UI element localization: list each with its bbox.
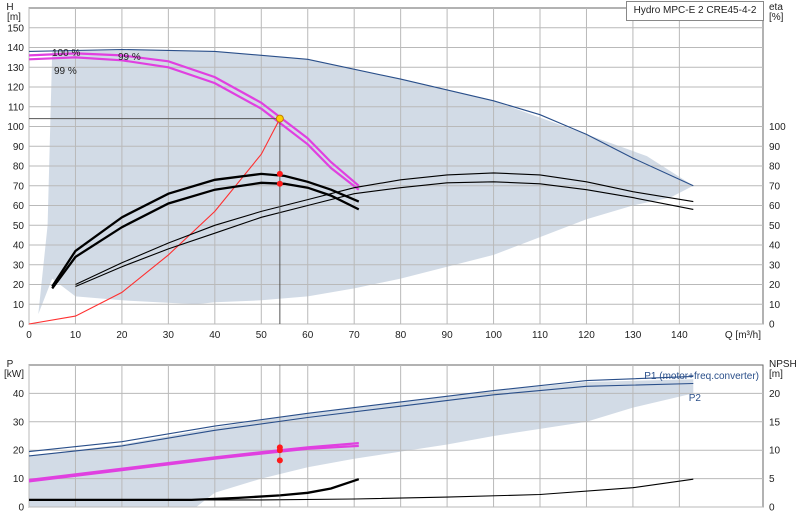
y2-tick-label: 40: [769, 241, 781, 252]
y2-tick-label: 60: [769, 201, 781, 212]
y-tick-label: 10: [13, 474, 25, 485]
pump-performance-chart: Hydro MPC-E 2 CRE45-4-2 0 10 20 30 40 50 60 70 8…: [0, 0, 800, 520]
x-tick-label: 140: [671, 330, 688, 341]
eta-total-point: [276, 180, 283, 187]
y-tick-label: 30: [13, 417, 25, 428]
y-tick-label: 20: [13, 446, 25, 457]
chart-svg: 0 10 20 30 40 50 60 70 80 90 100 110 120 130 140010203…: [4, 2, 797, 514]
y2-tick-label: 10: [769, 446, 781, 457]
chart-title: Hydro MPC-E 2 CRE45-4-2: [626, 1, 764, 21]
y2-tick-label: 20: [769, 280, 781, 291]
y-tick-label: 0: [18, 320, 24, 331]
y-tick-label: 100: [7, 122, 24, 133]
label-p1: P1 (motor+freq.converter): [644, 371, 759, 382]
y-axis-unit: [kW]: [4, 369, 24, 380]
eta-pump-point: [276, 170, 283, 177]
x-tick-label: 60: [302, 330, 314, 341]
label-p2: P2: [689, 393, 702, 404]
x-tick-label: 130: [625, 330, 642, 341]
x-tick-label: 80: [395, 330, 407, 341]
y2-tick-label: 70: [769, 181, 781, 192]
y-axis-unit: [m]: [7, 12, 21, 23]
x-tick-label: 10: [70, 330, 82, 341]
x-tick-label: 100: [485, 330, 502, 341]
duty-point-marker: [275, 114, 284, 123]
x-tick-label: 70: [349, 330, 361, 341]
y2-tick-label: 15: [769, 417, 781, 428]
npsh-point: [276, 457, 283, 464]
y-tick-label: 90: [13, 142, 25, 153]
x-axis-label: Q [m³/h]: [725, 330, 761, 341]
y-tick-label: 70: [13, 181, 25, 192]
y2-tick-label: 20: [769, 389, 781, 400]
x-tick-label: 40: [209, 330, 221, 341]
x-tick-label: 50: [256, 330, 268, 341]
x-tick-label: 110: [532, 330, 548, 341]
y-tick-label: 60: [13, 201, 25, 212]
y-tick-label: 150: [7, 23, 24, 34]
y-tick-label: 120: [7, 83, 24, 94]
curve-label-99-upper: 99 %: [118, 52, 141, 63]
y-tick-label: 140: [7, 43, 24, 54]
y-tick-label: 10: [13, 300, 25, 311]
y-tick-label: 30: [13, 260, 25, 271]
y2-tick-label: 90: [769, 142, 781, 153]
y-tick-label: 50: [13, 221, 25, 232]
y-tick-label: 40: [13, 389, 25, 400]
y2-tick-label: 0: [769, 503, 775, 514]
y2-tick-label: 0: [769, 320, 775, 331]
y-tick-label: 130: [7, 63, 24, 74]
y2-tick-label: 100: [769, 122, 786, 133]
y2-axis-unit: [%]: [769, 12, 784, 23]
x-tick-label: 20: [116, 330, 128, 341]
x-tick-label: 0: [26, 330, 32, 341]
p2-point: [276, 447, 283, 454]
y2-tick-label: 10: [769, 300, 781, 311]
y2-axis-unit: [m]: [769, 369, 783, 380]
y2-tick-label: 5: [769, 474, 775, 485]
y2-tick-label: 30: [769, 260, 781, 271]
y-tick-label: 0: [18, 503, 24, 514]
x-tick-label: 30: [163, 330, 175, 341]
curve-label-100: 100 %: [52, 48, 80, 59]
y2-tick-label: 50: [769, 221, 781, 232]
curve-label-99-lower: 99 %: [54, 66, 77, 77]
y-tick-label: 20: [13, 280, 25, 291]
y2-tick-label: 80: [769, 162, 781, 173]
y-tick-label: 40: [13, 241, 25, 252]
y-tick-label: 110: [8, 102, 24, 113]
x-tick-label: 90: [442, 330, 454, 341]
x-tick-label: 120: [578, 330, 595, 341]
y-tick-label: 80: [13, 162, 25, 173]
